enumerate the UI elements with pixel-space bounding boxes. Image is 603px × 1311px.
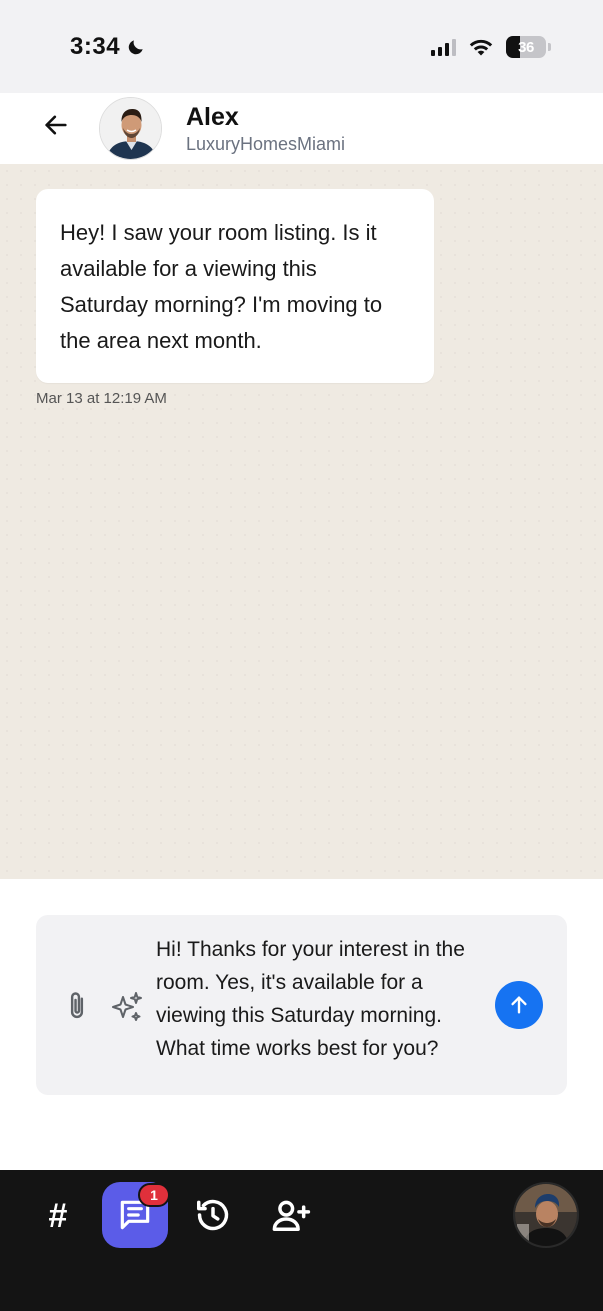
profile-avatar-image: [515, 1184, 577, 1246]
message-input[interactable]: Hi! Thanks for your interest in the room…: [156, 933, 491, 1065]
moon-icon: [128, 40, 143, 55]
send-arrow-icon: [511, 996, 527, 1014]
contact-name: Alex: [186, 103, 239, 131]
status-time-text: 3:34: [70, 33, 121, 60]
send-button[interactable]: [495, 981, 543, 1029]
message-text: Hey! I saw your room listing. Is it avai…: [60, 220, 383, 353]
unread-badge: 1: [138, 1183, 170, 1207]
history-icon: [197, 1199, 229, 1231]
status-bar: 3:34 36: [0, 0, 603, 93]
nav-channels-button[interactable]: #: [38, 1194, 78, 1238]
profile-avatar[interactable]: [513, 1182, 579, 1248]
attach-button[interactable]: [62, 989, 92, 1023]
back-button[interactable]: [38, 107, 74, 143]
back-arrow-icon: [45, 115, 67, 135]
message-bubble-incoming[interactable]: Hey! I saw your room listing. Is it avai…: [36, 189, 434, 383]
ai-assist-button[interactable]: [109, 989, 145, 1025]
status-indicators: 36: [431, 36, 551, 58]
nav-add-contact-button[interactable]: [270, 1196, 312, 1234]
battery-icon: 36: [506, 36, 546, 58]
add-user-icon: [272, 1200, 311, 1231]
paperclip-icon: [70, 992, 84, 1019]
hash-icon: #: [48, 1196, 68, 1235]
battery-percent: 36: [518, 38, 534, 56]
message-composer[interactable]: Hi! Thanks for your interest in the room…: [36, 915, 567, 1095]
bottom-nav: # 1: [0, 1170, 603, 1311]
chat-area[interactable]: Hey! I saw your room listing. Is it avai…: [0, 164, 603, 879]
signal-icon: [431, 38, 456, 56]
status-time: 3:34: [70, 33, 146, 61]
battery-tip: [548, 43, 551, 51]
composer-area: Hi! Thanks for your interest in the room…: [0, 879, 603, 1170]
wifi-icon: [469, 39, 493, 56]
nav-history-button[interactable]: [194, 1196, 232, 1234]
contact-avatar[interactable]: [99, 97, 162, 160]
sparkles-icon: [112, 992, 142, 1021]
contact-subtitle: LuxuryHomesMiami: [186, 134, 346, 154]
message-timestamp: Mar 13 at 12:19 AM: [36, 390, 167, 407]
contact-avatar-image: [100, 98, 161, 159]
chat-header: Alex LuxuryHomesMiami: [0, 93, 603, 164]
